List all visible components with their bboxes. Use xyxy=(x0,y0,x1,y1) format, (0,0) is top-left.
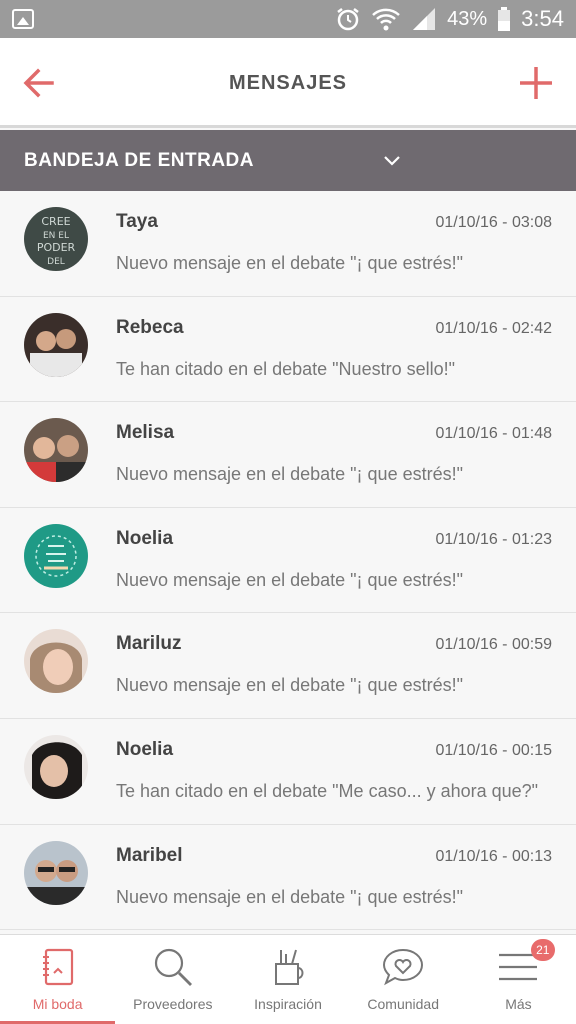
message-date: 01/10/16 - 02:42 xyxy=(435,319,552,337)
nav-label: Más xyxy=(505,996,532,1012)
nav-comunidad[interactable]: Comunidad xyxy=(346,935,461,1024)
nav-mas[interactable]: 21 Más xyxy=(461,935,576,1024)
app-header: MENSAJES xyxy=(0,38,576,128)
page-title: MENSAJES xyxy=(228,72,348,94)
message-preview: Nuevo mensaje en el debate "¡ que estrés… xyxy=(116,464,463,485)
status-bar: 43% 3:54 xyxy=(0,0,576,38)
nav-proveedores[interactable]: Proveedores xyxy=(115,935,230,1024)
alarm-icon xyxy=(337,8,359,31)
svg-text:PODER: PODER xyxy=(37,241,76,254)
sender-name: Maribel xyxy=(116,844,183,866)
message-preview: Te han citado en el debate "Nuestro sell… xyxy=(116,358,455,379)
message-preview: Te han citado en el debate "Me caso... y… xyxy=(116,780,539,801)
battery-icon xyxy=(498,7,511,31)
notification-badge: 21 xyxy=(530,939,555,961)
message-date: 01/10/16 - 00:15 xyxy=(435,741,552,759)
avatar xyxy=(24,523,88,588)
sender-name: Mariluz xyxy=(116,633,182,655)
message-preview: Nuevo mensaje en el debate "¡ que estrés… xyxy=(116,253,463,273)
plus-icon[interactable] xyxy=(518,65,554,101)
svg-text:CREE: CREE xyxy=(41,215,70,228)
inbox-selector[interactable]: BANDEJA DE ENTRADA xyxy=(0,130,576,191)
bottom-nav: Mi boda Proveedores Inspiración Comunida… xyxy=(0,934,576,1024)
message-item[interactable]: Mariluz 01/10/16 - 00:59 Nuevo mensaje e… xyxy=(0,613,576,719)
clock: 3:54 xyxy=(521,6,564,31)
avatar xyxy=(24,418,88,483)
search-icon xyxy=(151,945,195,989)
nav-inspiracion[interactable]: Inspiración xyxy=(230,935,345,1024)
signal-icon xyxy=(413,8,436,30)
heart-chat-icon xyxy=(381,945,425,989)
avatar xyxy=(24,629,88,694)
chevron-down-icon xyxy=(384,156,400,166)
battery-percent: 43% xyxy=(447,7,488,30)
message-date: 01/10/16 - 00:59 xyxy=(435,636,552,654)
sender-name: Taya xyxy=(116,211,158,232)
avatar xyxy=(24,312,88,377)
sender-name: Rebeca xyxy=(116,316,184,338)
message-item[interactable]: Rebeca 01/10/16 - 02:42 Te han citado en… xyxy=(0,296,576,403)
message-item[interactable]: CREE EN EL PODER DEL Taya 01/10/16 - 03:… xyxy=(0,191,576,297)
message-date: 01/10/16 - 01:23 xyxy=(435,530,552,548)
gallery-icon xyxy=(12,9,34,29)
message-item[interactable]: Noelia 01/10/16 - 00:15 Te han citado en… xyxy=(0,718,576,825)
sender-name: Noelia xyxy=(116,738,174,760)
nav-label: Proveedores xyxy=(133,996,213,1012)
message-item[interactable]: Maribel 01/10/16 - 00:13 Nuevo mensaje e… xyxy=(0,824,576,931)
svg-text:DEL: DEL xyxy=(47,257,65,267)
message-date: 01/10/16 - 01:48 xyxy=(435,425,552,443)
sender-name: Noelia xyxy=(116,527,174,549)
nav-mi-boda[interactable]: Mi boda xyxy=(0,935,116,1024)
notebook-icon xyxy=(36,945,80,989)
status-icons: 43% 3:54 xyxy=(335,4,564,34)
message-item[interactable]: Melisa 01/10/16 - 01:48 Nuevo mensaje en… xyxy=(0,402,576,508)
message-item[interactable]: Noelia 01/10/16 - 01:23 Nuevo mensaje en… xyxy=(0,507,576,614)
nav-label: Inspiración xyxy=(254,996,322,1012)
wifi-icon xyxy=(372,8,400,31)
message-preview: Nuevo mensaje en el debate "¡ que estrés… xyxy=(116,569,463,590)
avatar: CREE EN EL PODER DEL xyxy=(24,207,88,271)
message-preview: Nuevo mensaje en el debate "¡ que estrés… xyxy=(116,886,463,907)
avatar xyxy=(24,840,88,905)
nav-label: Comunidad xyxy=(367,996,440,1012)
message-date: 01/10/16 - 00:13 xyxy=(435,847,552,865)
pencil-cup-icon xyxy=(266,945,310,989)
message-preview: Nuevo mensaje en el debate "¡ que estrés… xyxy=(116,675,463,696)
nav-label: Mi boda xyxy=(32,996,83,1012)
inbox-label: BANDEJA DE ENTRADA xyxy=(24,150,254,171)
message-date: 01/10/16 - 03:08 xyxy=(435,214,552,231)
sender-name: Melisa xyxy=(116,422,175,444)
avatar xyxy=(24,734,88,799)
svg-text:EN EL: EN EL xyxy=(43,231,69,241)
message-list: CREE EN EL PODER DEL Taya 01/10/16 - 03:… xyxy=(0,191,576,931)
